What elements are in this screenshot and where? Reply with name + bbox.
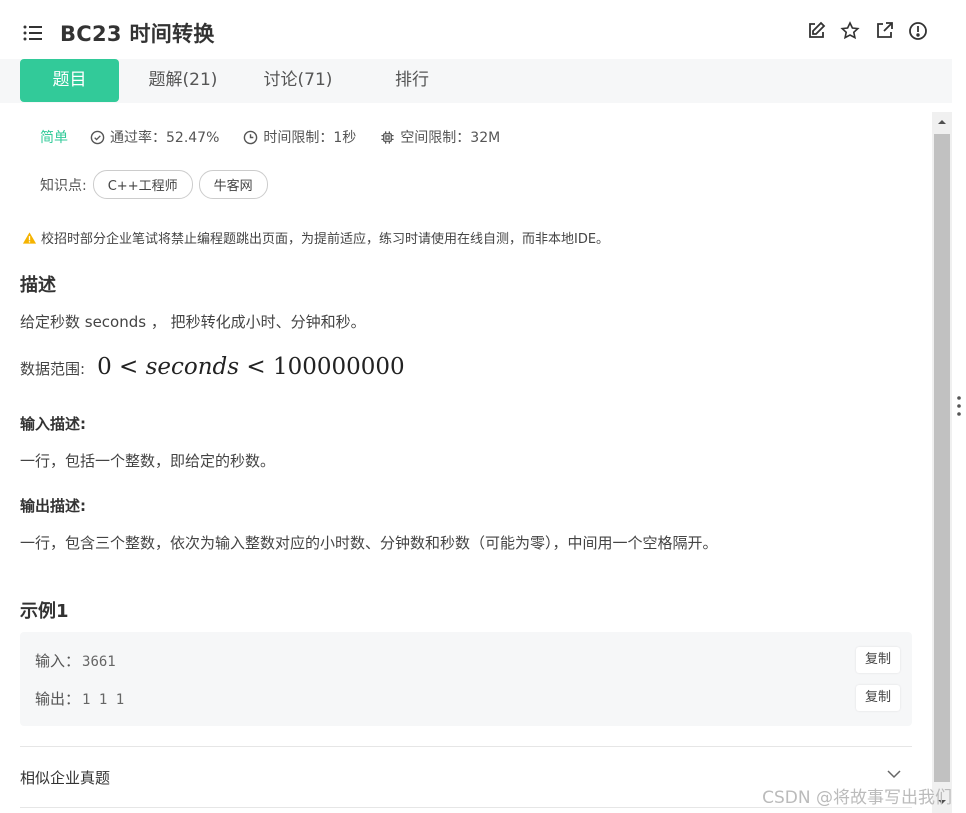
divider: [20, 746, 912, 747]
tag-nowcoder[interactable]: 牛客网: [198, 170, 268, 199]
watermark: CSDN @将故事写出我们: [762, 788, 952, 808]
problem-meta: 简单 通过率：52.47% 时间限制：1秒 空间限制：32M: [40, 127, 524, 147]
input-desc-text: 一行，包括一个整数，即给定的秒数。: [20, 452, 276, 470]
space-limit: 空间限制：32M: [380, 127, 500, 147]
difficulty-badge: 简单: [40, 130, 68, 146]
tab-problem[interactable]: 题目: [20, 59, 119, 102]
input-desc-heading: 输入描述:: [20, 415, 86, 433]
check-circle-icon: [90, 130, 105, 144]
example-box: 输入： 3661 复制 输出： 1 1 1 复制: [20, 632, 912, 726]
page-title: BC23 时间转换: [60, 22, 215, 46]
list-icon[interactable]: [23, 24, 43, 42]
copy-output-button[interactable]: 复制: [856, 685, 900, 711]
example-input-value: 3661: [82, 654, 116, 670]
time-limit: 时间限制：1秒: [243, 127, 356, 147]
description-heading: 描述: [20, 275, 56, 296]
warning-notice: 校招时部分企业笔试将禁止编程题跳出页面，为提前适应，练习时请使用在线自测，而非本…: [22, 228, 609, 247]
pass-rate: 通过率：52.47%: [90, 127, 219, 147]
warning-text: 校招时部分企业笔试将禁止编程题跳出页面，为提前适应，练习时请使用在线自测，而非本…: [41, 232, 610, 247]
chip-icon: [381, 130, 394, 144]
output-desc-text: 一行，包含三个整数，依次为输入整数对应的小时数、分钟数和秒数（可能为零），中间用…: [20, 534, 718, 552]
example-input-label: 输入：: [35, 652, 81, 670]
example-output-row: 输出： 1 1 1: [35, 688, 124, 709]
tab-discussion[interactable]: 讨论(71): [248, 59, 348, 102]
problem-content: 简单 通过率：52.47% 时间限制：1秒 空间限制：32M 知识点: C++工…: [0, 103, 932, 813]
knowledge-points: 知识点: C++工程师 牛客网: [40, 170, 268, 199]
copy-input-button[interactable]: 复制: [856, 647, 900, 673]
space-limit-text: 空间限制：32M: [400, 130, 501, 146]
tag-cpp-engineer[interactable]: C++工程师: [92, 170, 193, 199]
data-range: 数据范围: 0 < seconds < 100000000: [20, 354, 405, 380]
similar-questions-toggle[interactable]: 相似企业真题: [20, 767, 110, 788]
pass-rate-text: 通过率：52.47%: [110, 130, 220, 146]
time-limit-text: 时间限制：1秒: [263, 130, 357, 146]
knowledge-label: 知识点:: [40, 177, 87, 194]
edit-icon[interactable]: [806, 21, 826, 41]
description-text: 给定秒数 seconds ， 把秒转化成小时、分钟和秒。: [20, 313, 366, 331]
scrollbar[interactable]: [932, 112, 952, 813]
example-heading: 示例1: [20, 601, 69, 622]
example-input-row: 输入： 3661: [35, 650, 116, 671]
range-variable: seconds: [145, 354, 240, 380]
chevron-down-icon[interactable]: [887, 769, 901, 779]
star-icon[interactable]: [840, 21, 860, 41]
share-icon[interactable]: [874, 21, 894, 41]
scroll-thumb[interactable]: [934, 134, 950, 782]
range-formula: 0 < seconds < 100000000: [97, 354, 405, 380]
clock-icon: [244, 130, 258, 144]
warning-icon: [22, 231, 37, 244]
range-right: < 100000000: [246, 354, 405, 380]
tab-ranking[interactable]: 排行: [362, 59, 462, 102]
tab-bar: 题目 题解(21) 讨论(71) 排行: [0, 59, 952, 103]
drag-handle-icon[interactable]: [955, 394, 963, 418]
range-label: 数据范围:: [20, 360, 86, 378]
tab-solutions[interactable]: 题解(21): [133, 59, 233, 102]
header-actions: [806, 21, 928, 41]
page-header: BC23 时间转换: [0, 0, 952, 60]
scroll-up-icon[interactable]: [932, 112, 952, 132]
output-desc-heading: 输出描述:: [20, 497, 86, 515]
example-output-label: 输出：: [35, 690, 81, 708]
range-left: 0 <: [97, 354, 139, 380]
example-output-value: 1 1 1: [82, 692, 125, 708]
report-icon[interactable]: [908, 21, 928, 41]
